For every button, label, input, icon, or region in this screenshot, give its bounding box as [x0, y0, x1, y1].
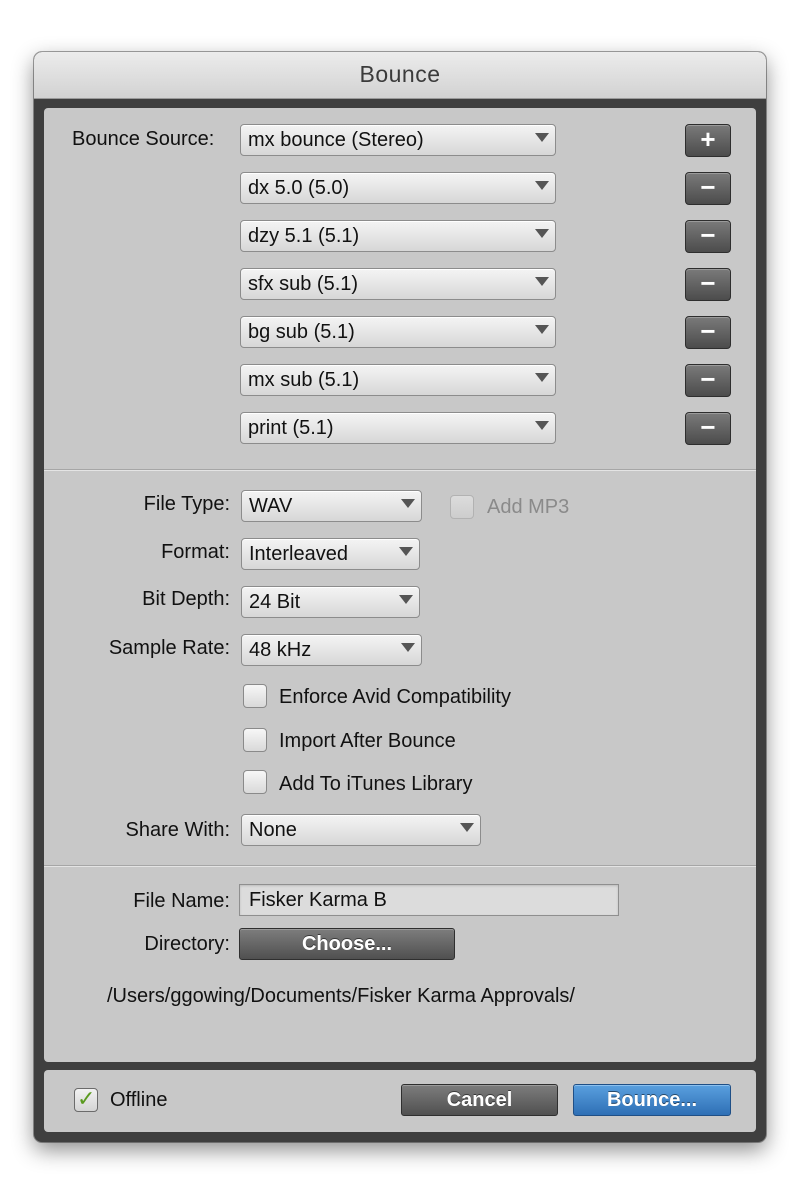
remove-source-button[interactable]: − — [685, 268, 731, 301]
title-bar[interactable]: Bounce — [34, 52, 766, 99]
checkmark-icon: ✓ — [77, 1086, 96, 1111]
chevron-down-icon — [399, 595, 413, 604]
bounce-source-select-5[interactable]: bg sub (5.1) — [240, 316, 556, 348]
bounce-dialog: Bounce Bounce Source: mx bounce (Stereo)… — [34, 52, 766, 1142]
chevron-down-icon — [401, 643, 415, 652]
file-name-label: File Name: — [133, 890, 230, 912]
chevron-down-icon — [535, 181, 549, 190]
dialog-title: Bounce — [359, 61, 441, 87]
section-divider — [44, 865, 756, 867]
sample-rate-value: 48 kHz — [249, 639, 312, 661]
section-divider — [44, 469, 756, 471]
offline-checkbox[interactable]: ✓ — [74, 1086, 98, 1112]
file-type-select[interactable]: WAV — [241, 490, 422, 522]
import-after-bounce-checkbox[interactable] — [243, 728, 267, 752]
share-with-label: Share With: — [125, 819, 230, 841]
choose-directory-button[interactable]: Choose... — [239, 928, 455, 960]
bounce-source-select-1[interactable]: mx bounce (Stereo) — [240, 124, 556, 156]
bounce-source-value: dx 5.0 (5.0) — [248, 177, 350, 199]
import-after-bounce-label: Import After Bounce — [279, 730, 456, 752]
enforce-avid-checkbox[interactable] — [243, 684, 267, 708]
sample-rate-label: Sample Rate: — [108, 637, 230, 659]
add-mp3-label: Add MP3 — [487, 496, 570, 518]
bounce-source-value: mx sub (5.1) — [248, 369, 360, 391]
share-with-select[interactable]: None — [241, 814, 481, 846]
add-source-button[interactable]: + — [685, 124, 731, 157]
enforce-avid-label: Enforce Avid Compatibility — [279, 686, 511, 708]
chevron-down-icon — [535, 373, 549, 382]
file-type-value: WAV — [249, 495, 293, 517]
share-with-value: None — [249, 819, 297, 841]
offline-label: Offline — [110, 1089, 168, 1111]
chevron-down-icon — [535, 325, 549, 334]
chevron-down-icon — [399, 547, 413, 556]
remove-source-button[interactable]: − — [685, 220, 731, 253]
bounce-source-value: print (5.1) — [248, 417, 334, 439]
bounce-source-select-2[interactable]: dx 5.0 (5.0) — [240, 172, 556, 204]
bounce-source-select-3[interactable]: dzy 5.1 (5.1) — [240, 220, 556, 252]
directory-path: /Users/ggowing/Documents/Fisker Karma Ap… — [107, 985, 575, 1007]
chevron-down-icon — [535, 421, 549, 430]
format-label: Format: — [161, 541, 230, 563]
cancel-button[interactable]: Cancel — [401, 1084, 558, 1116]
remove-source-button[interactable]: − — [685, 412, 731, 445]
chevron-down-icon — [401, 499, 415, 508]
add-mp3-checkbox[interactable] — [450, 495, 474, 519]
remove-source-button[interactable]: − — [685, 364, 731, 397]
chevron-down-icon — [535, 229, 549, 238]
bounce-button[interactable]: Bounce... — [573, 1084, 731, 1116]
bounce-source-value: dzy 5.1 (5.1) — [248, 225, 360, 247]
directory-label: Directory: — [144, 933, 230, 955]
file-name-input[interactable]: Fisker Karma B — [239, 884, 619, 916]
bit-depth-value: 24 Bit — [249, 591, 301, 613]
bounce-source-select-7[interactable]: print (5.1) — [240, 412, 556, 444]
bit-depth-label: Bit Depth: — [142, 588, 230, 610]
file-type-label: File Type: — [143, 493, 230, 515]
add-itunes-label: Add To iTunes Library — [279, 773, 473, 795]
dialog-footer: ✓ Offline Cancel Bounce... — [44, 1070, 756, 1132]
remove-source-button[interactable]: − — [685, 172, 731, 205]
remove-source-button[interactable]: − — [685, 316, 731, 349]
format-value: Interleaved — [249, 543, 348, 565]
format-select[interactable]: Interleaved — [241, 538, 420, 570]
bounce-source-value: bg sub (5.1) — [248, 321, 355, 343]
chevron-down-icon — [535, 133, 549, 142]
bounce-source-label: Bounce Source: — [72, 128, 215, 150]
add-itunes-checkbox[interactable] — [243, 770, 267, 794]
bounce-source-select-6[interactable]: mx sub (5.1) — [240, 364, 556, 396]
bit-depth-select[interactable]: 24 Bit — [241, 586, 420, 618]
sample-rate-select[interactable]: 48 kHz — [241, 634, 422, 666]
bounce-source-value: sfx sub (5.1) — [248, 273, 359, 295]
main-panel: Bounce Source: mx bounce (Stereo) + dx 5… — [44, 108, 756, 1062]
bounce-source-select-4[interactable]: sfx sub (5.1) — [240, 268, 556, 300]
chevron-down-icon — [460, 823, 474, 832]
bounce-source-value: mx bounce (Stereo) — [248, 129, 424, 151]
chevron-down-icon — [535, 277, 549, 286]
